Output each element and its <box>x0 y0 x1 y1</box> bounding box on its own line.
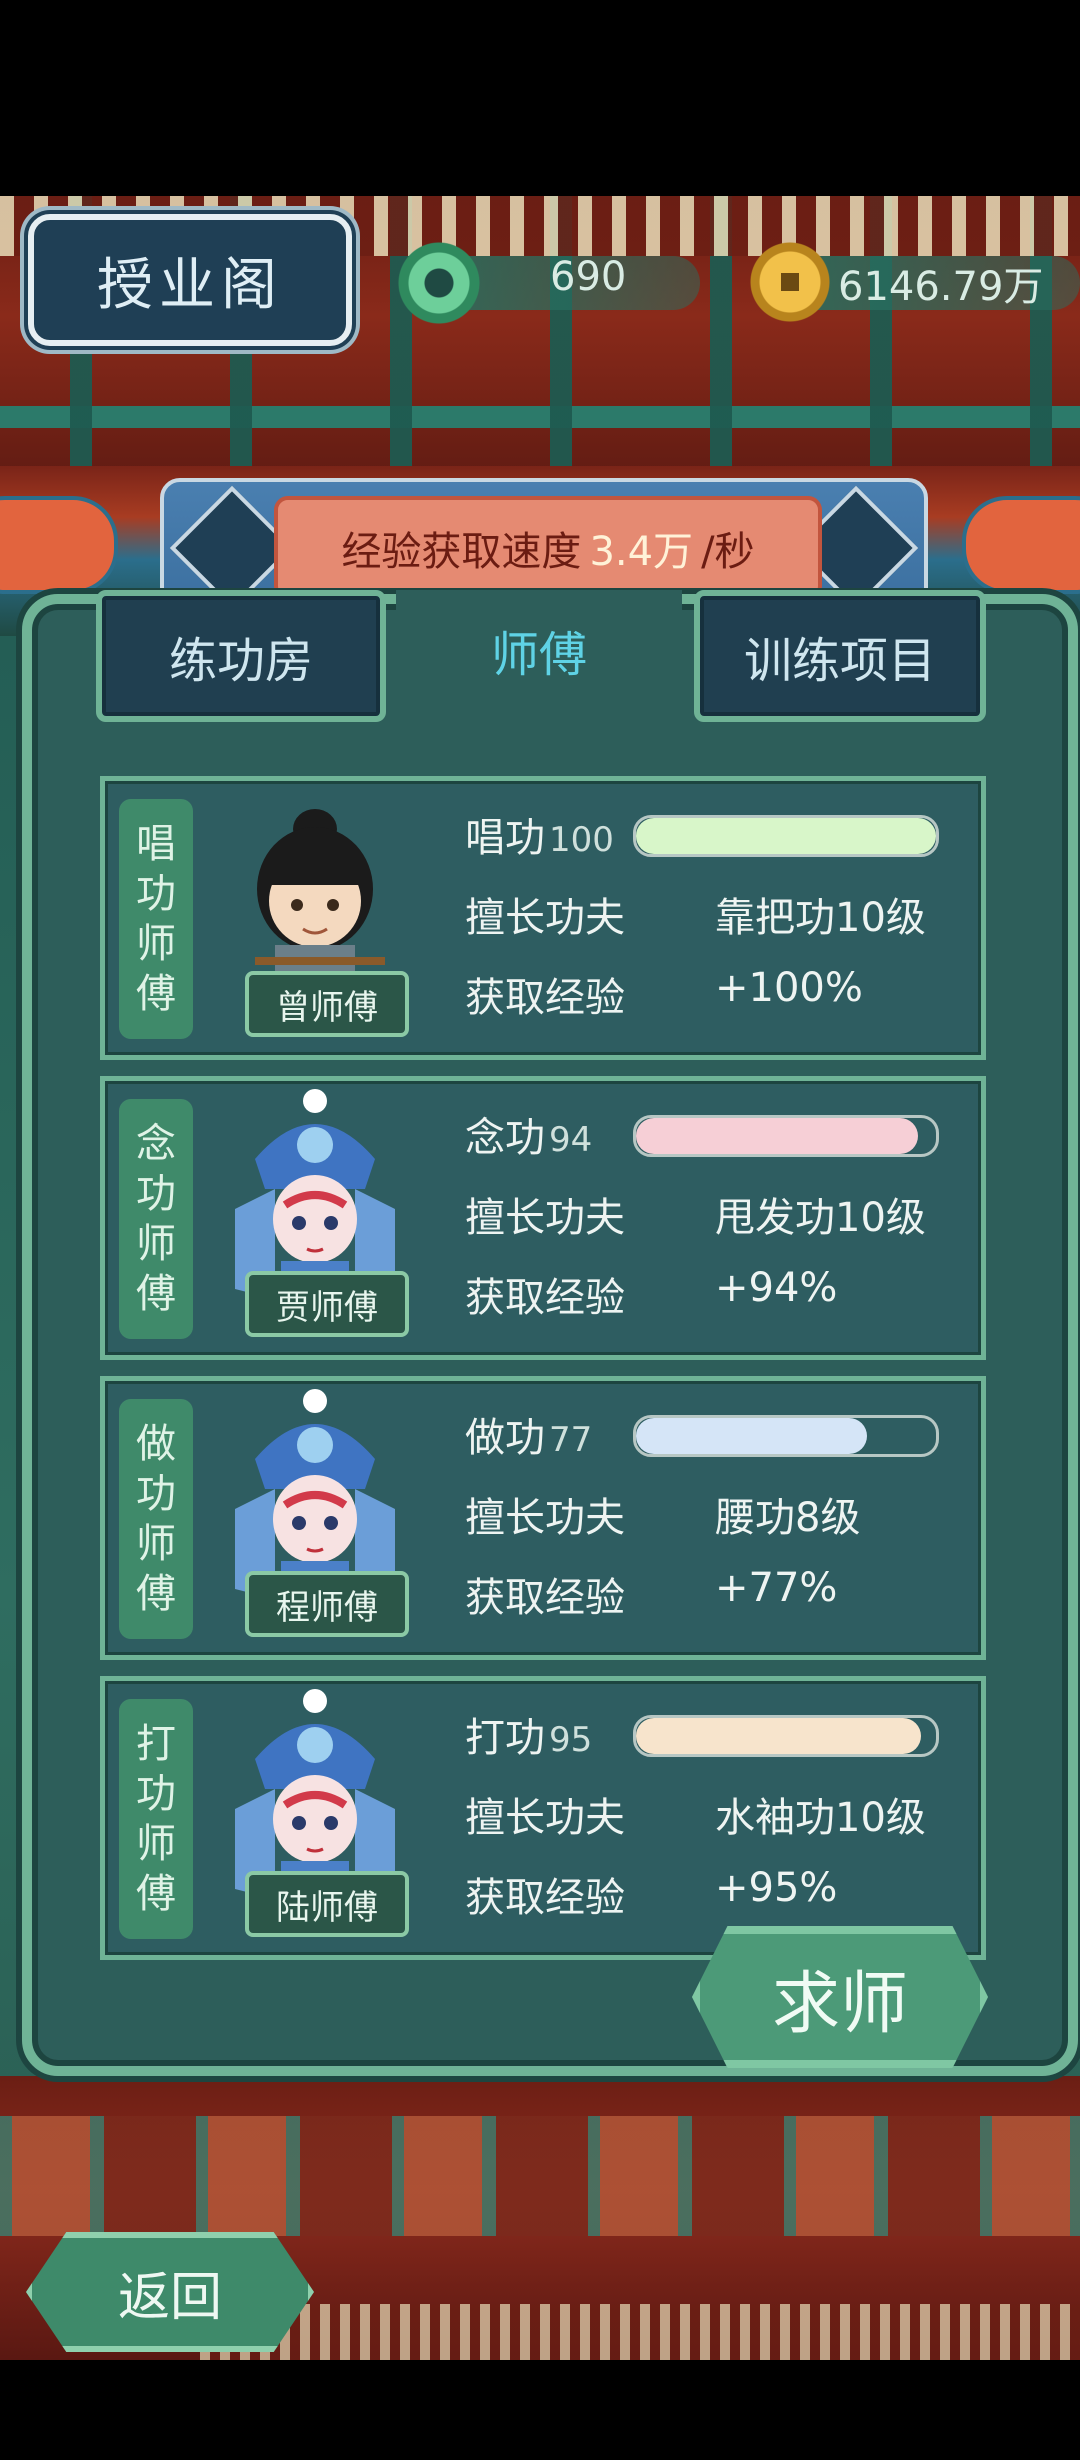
coin-value: 6146.79万 <box>838 264 1044 310</box>
skill-row: 做功 77 <box>465 1405 592 1463</box>
master-type-label: 唱 功 师 傅 <box>119 799 193 1039</box>
type-char: 师 <box>136 921 176 967</box>
exp-label: 获取经验 <box>465 975 625 1021</box>
exp-rate-text: 经验获取速度 3.4万 /秒 <box>274 496 822 600</box>
type-char: 念 <box>136 1121 176 1167</box>
type-char: 功 <box>136 871 176 917</box>
skill-row: 打功 95 <box>465 1705 592 1763</box>
type-char: 唱 <box>136 821 176 867</box>
jade-disc-icon <box>398 242 480 324</box>
skill-value: 95 <box>549 1720 593 1760</box>
tab-training-room[interactable]: 练功房 <box>96 590 386 722</box>
specialty-value: 水袖功10级 <box>715 1795 926 1841</box>
master-name: 曾师傅 <box>245 971 409 1037</box>
master-name: 贾师傅 <box>245 1271 409 1337</box>
specialty-value: 靠把功10级 <box>715 895 926 941</box>
skill-row: 唱功 100 <box>465 805 614 863</box>
seek-master-button[interactable]: 求师 <box>692 1926 988 2068</box>
master-card[interactable]: 做 功 师 傅 程师傅 做功 77 擅长功夫 腰功8级 获取经验 +77% <box>100 1376 986 1660</box>
skill-progress-bar <box>633 1115 939 1157</box>
specialty-label: 擅长功夫 <box>465 1495 625 1541</box>
master-name: 陆师傅 <box>245 1871 409 1937</box>
skill-row: 念功 94 <box>465 1105 592 1163</box>
jade-value: 690 <box>550 254 627 300</box>
exp-rate-unit: /秒 <box>701 529 755 575</box>
copper-coin-icon <box>750 242 830 322</box>
exp-label: 获取经验 <box>465 1875 625 1921</box>
type-char: 师 <box>136 1221 176 1267</box>
cloud-ornament-right <box>962 496 1080 594</box>
type-char: 师 <box>136 1521 176 1567</box>
skill-progress-bar <box>633 1715 939 1757</box>
master-type-label: 打 功 师 傅 <box>119 1699 193 1939</box>
skill-label: 打功 <box>465 1715 545 1761</box>
exp-bonus: +95% <box>715 1865 838 1911</box>
background-bottom-rail <box>0 2116 1080 2236</box>
skill-progress-fill <box>636 1118 918 1154</box>
master-card[interactable]: 打 功 师 傅 陆师傅 打功 95 擅长功夫 水袖功10级 获取经验 +95% <box>100 1676 986 1960</box>
skill-value: 77 <box>549 1420 593 1460</box>
skill-label: 唱功 <box>465 815 545 861</box>
type-char: 傅 <box>136 1571 176 1617</box>
type-char: 傅 <box>136 1271 176 1317</box>
master-name: 程师傅 <box>245 1571 409 1637</box>
specialty-label: 擅长功夫 <box>465 1195 625 1241</box>
type-char: 傅 <box>136 1871 176 1917</box>
background-bottom-pattern <box>200 2304 1080 2360</box>
skill-progress-fill <box>636 1718 921 1754</box>
skill-label: 做功 <box>465 1415 545 1461</box>
specialty-label: 擅长功夫 <box>465 1795 625 1841</box>
type-char: 打 <box>136 1721 176 1767</box>
skill-value: 100 <box>549 820 614 860</box>
tab-training-items[interactable]: 训练项目 <box>694 590 986 722</box>
cloud-ornament-left <box>0 496 118 594</box>
exp-bonus: +100% <box>715 965 863 1011</box>
skill-progress-bar <box>633 1415 939 1457</box>
page-title: 授业阁 <box>97 252 283 318</box>
skill-progress-fill <box>636 1418 867 1454</box>
skill-value: 94 <box>549 1120 593 1160</box>
exp-rate-value: 3.4万 <box>589 529 694 575</box>
specialty-label: 擅长功夫 <box>465 895 625 941</box>
specialty-value: 甩发功10级 <box>715 1195 926 1241</box>
skill-progress-fill <box>636 818 936 854</box>
type-char: 功 <box>136 1471 176 1517</box>
type-char: 师 <box>136 1821 176 1867</box>
exp-label: 获取经验 <box>465 1575 625 1621</box>
exp-bonus: +94% <box>715 1265 838 1311</box>
master-card[interactable]: 唱 功 师 傅 曾师傅 唱功 100 擅长功夫 靠把功10级 获取经验 +100% <box>100 776 986 1060</box>
tab-masters[interactable]: 师傅 <box>396 590 682 710</box>
game-scene: 授业阁 690 6146.79万 经验获取速度 3.4万 /秒 练功房 师傅 训… <box>0 196 1080 2360</box>
skill-label: 念功 <box>465 1115 545 1161</box>
master-card[interactable]: 念 功 师 傅 贾师傅 念功 94 擅长功夫 甩发功10级 获取经验 +94% <box>100 1076 986 1360</box>
skill-progress-bar <box>633 815 939 857</box>
master-type-label: 做 功 师 傅 <box>119 1399 193 1639</box>
specialty-value: 腰功8级 <box>715 1495 861 1541</box>
exp-label: 获取经验 <box>465 1275 625 1321</box>
type-char: 做 <box>136 1421 176 1467</box>
type-char: 傅 <box>136 971 176 1017</box>
title-plate: 授业阁 <box>28 214 352 346</box>
type-char: 功 <box>136 1171 176 1217</box>
type-char: 功 <box>136 1771 176 1817</box>
master-type-label: 念 功 师 傅 <box>119 1099 193 1339</box>
back-button[interactable]: 返回 <box>26 2232 314 2352</box>
exp-rate-label: 经验获取速度 <box>341 529 582 575</box>
exp-bonus: +77% <box>715 1565 838 1611</box>
